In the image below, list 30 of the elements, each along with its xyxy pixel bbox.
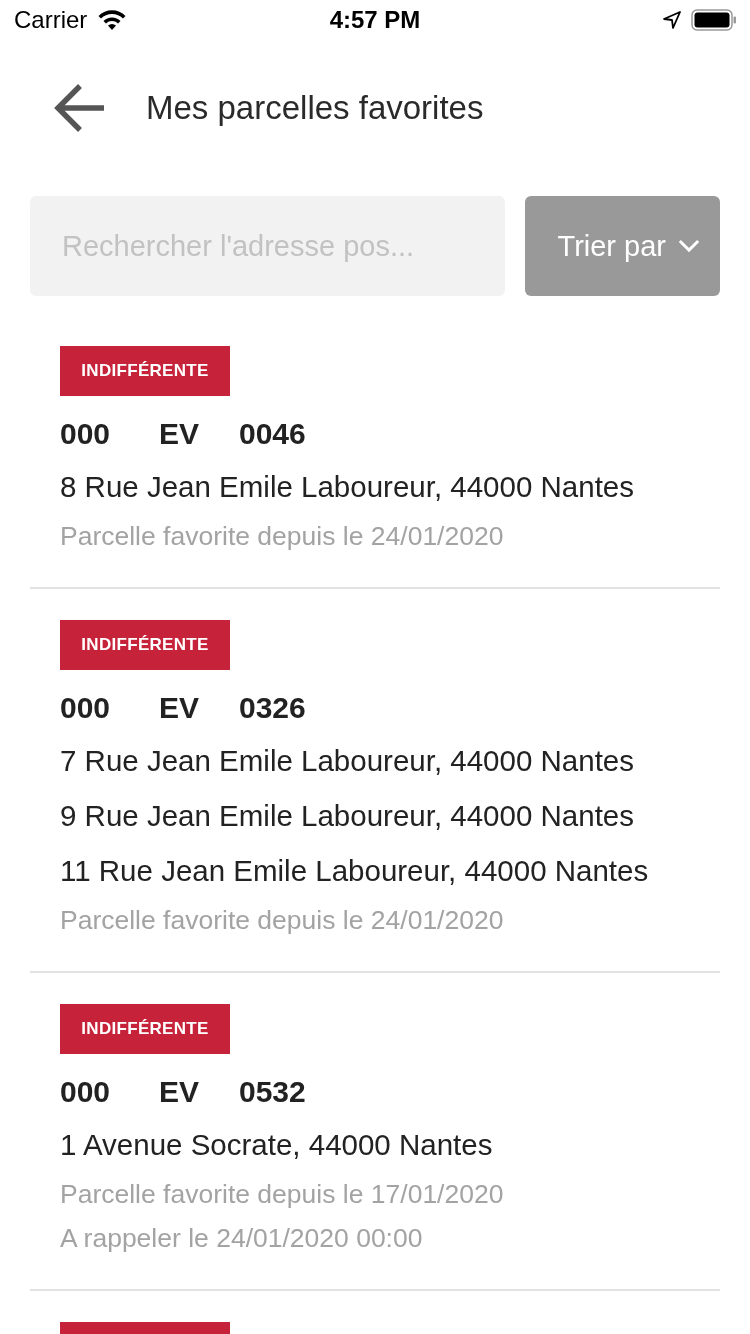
location-arrow-icon [663,11,681,29]
status-time: 4:57 PM [329,6,421,34]
parcel-note: A rappeler le 24/01/2020 00:00 [60,1222,423,1255]
parcel-prefix: 000 [60,1074,111,1110]
parcel-prefix: 000 [60,416,111,452]
parcel-section: EV [159,690,200,726]
parcel-section: EV [159,1074,200,1110]
parcel-section: EV [159,416,200,452]
parcel-number: 0532 [239,1074,306,1110]
parcel-number: 0326 [239,690,306,726]
parcel-note: Parcelle favorite depuis le 24/01/2020 [60,904,504,937]
sort-button[interactable]: Trier par [525,196,720,296]
chevron-down-icon [678,239,700,253]
parcel-address: 7 Rue Jean Emile Laboureur, 44000 Nantes [60,743,634,779]
back-arrow-icon [54,83,106,133]
parcel-address: 11 Rue Jean Emile Laboureur, 44000 Nantes [60,853,649,889]
parcel-note: Parcelle favorite depuis le 24/01/2020 [60,520,504,553]
parcel-number: 0046 [239,416,306,452]
parcel-address: 9 Rue Jean Emile Laboureur, 44000 Nantes [60,798,634,834]
carrier-name: Carrier [14,6,88,34]
parcel-address: 8 Rue Jean Emile Laboureur, 44000 Nantes [60,469,634,505]
page-title: Mes parcelles favorites [146,88,484,128]
parcel-address: 1 Avenue Socrate, 44000 Nantes [60,1127,493,1163]
status-tag: INDIFFÉRENTE [60,1004,230,1054]
status-tag: INDIFFÉRENTE [60,620,230,670]
wifi-icon [97,9,128,31]
battery-icon [691,9,737,31]
status-tag: INDIFFÉRENTE [60,346,230,396]
parcel-prefix: 000 [60,690,111,726]
parcel-note: Parcelle favorite depuis le 17/01/2020 [60,1178,504,1211]
